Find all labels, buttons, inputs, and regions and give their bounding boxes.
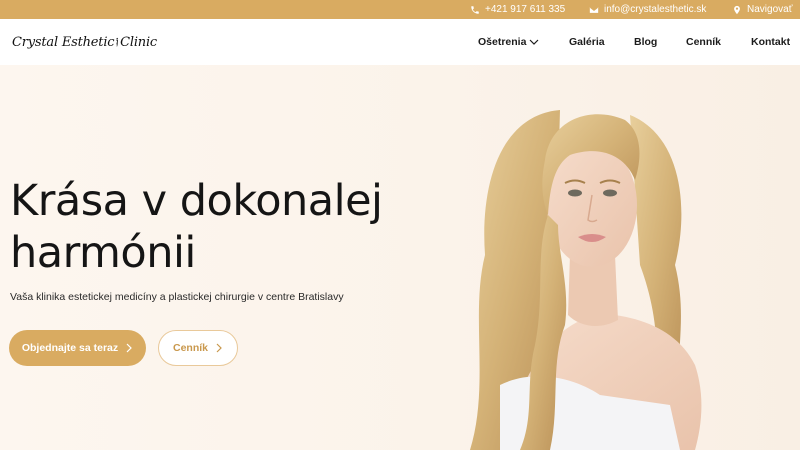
nav-item-label: Ošetrenia: [478, 36, 527, 48]
pricing-label: Cenník: [172, 342, 208, 354]
nav-item-osetrenia[interactable]: Ošetrenia: [478, 36, 539, 48]
contact-bar: +421 917 611 335 info@crystalesthetic.sk…: [0, 0, 800, 19]
navigate-label: Navigovať: [747, 4, 793, 15]
chevron-right-icon: [216, 343, 222, 353]
woman-portrait-image: [470, 110, 702, 450]
chevron-right-icon: [126, 343, 132, 353]
map-pin-icon: [734, 5, 740, 14]
hero-section: Krása v dokonalej harmónii Vaša klinika …: [0, 65, 800, 450]
phone-link[interactable]: +421 917 611 335: [470, 3, 565, 16]
nav-item-label: Galéria: [569, 36, 605, 48]
hero-title: Krása v dokonalej harmónii: [10, 175, 430, 279]
navigate-link[interactable]: Navigovať: [732, 3, 792, 16]
nav-item-blog[interactable]: Blog: [634, 36, 657, 48]
hero-subtitle: Vaša klinika estetickej medicíny a plast…: [10, 291, 344, 303]
book-now-label: Objednajte sa teraz: [21, 342, 119, 354]
nav-item-galeria[interactable]: Galéria: [569, 36, 605, 48]
hero-title-line-2: harmónii: [10, 228, 196, 278]
chevron-down-icon: [530, 39, 539, 45]
nav-item-label: Cenník: [686, 36, 722, 48]
main-navigation: Ošetrenia Galéria Blog Cenník Kontakt: [0, 36, 800, 50]
email-address: info@crystalesthetic.sk: [604, 4, 707, 15]
hero-title-line-1: Krása v dokonalej: [10, 176, 383, 226]
email-link[interactable]: info@crystalesthetic.sk: [589, 3, 706, 16]
nav-item-kontakt[interactable]: Kontakt: [751, 36, 790, 48]
phone-icon: [471, 5, 479, 14]
nav-item-label: Kontakt: [751, 36, 791, 48]
nav-item-cennik[interactable]: Cenník: [686, 36, 721, 48]
site-header: Crystal Esthetic Clinic Ošetrenia Galéri…: [0, 19, 800, 65]
nav-item-label: Blog: [634, 36, 658, 48]
phone-number: +421 917 611 335: [485, 4, 566, 15]
envelope-icon: [589, 6, 599, 13]
pricing-button[interactable]: Cenník: [158, 330, 238, 366]
book-now-button[interactable]: Objednajte sa teraz: [9, 330, 146, 366]
